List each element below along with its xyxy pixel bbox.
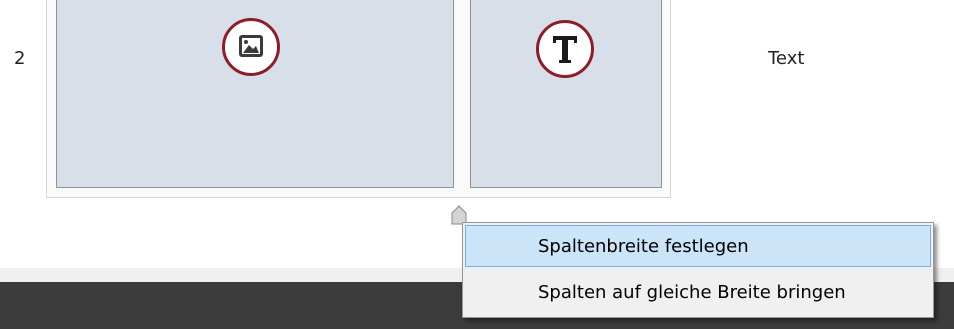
text-column-label: Text xyxy=(768,48,805,69)
menu-item-label: Spalten auf gleiche Breite bringen xyxy=(538,282,846,303)
text-T-icon[interactable] xyxy=(536,20,594,78)
text-T-icon-glyph xyxy=(553,36,577,63)
row-number: 2 xyxy=(14,48,26,69)
menu-item-label: Spaltenbreite festlegen xyxy=(538,236,749,257)
menu-item-equalize-columns[interactable]: Spalten auf gleiche Breite bringen xyxy=(465,271,931,313)
image-icon[interactable] xyxy=(222,18,280,76)
context-menu: Spaltenbreite festlegen Spalten auf glei… xyxy=(462,222,934,318)
menu-item-set-column-width[interactable]: Spaltenbreite festlegen xyxy=(465,225,931,267)
image-icon-glyph xyxy=(239,35,263,57)
